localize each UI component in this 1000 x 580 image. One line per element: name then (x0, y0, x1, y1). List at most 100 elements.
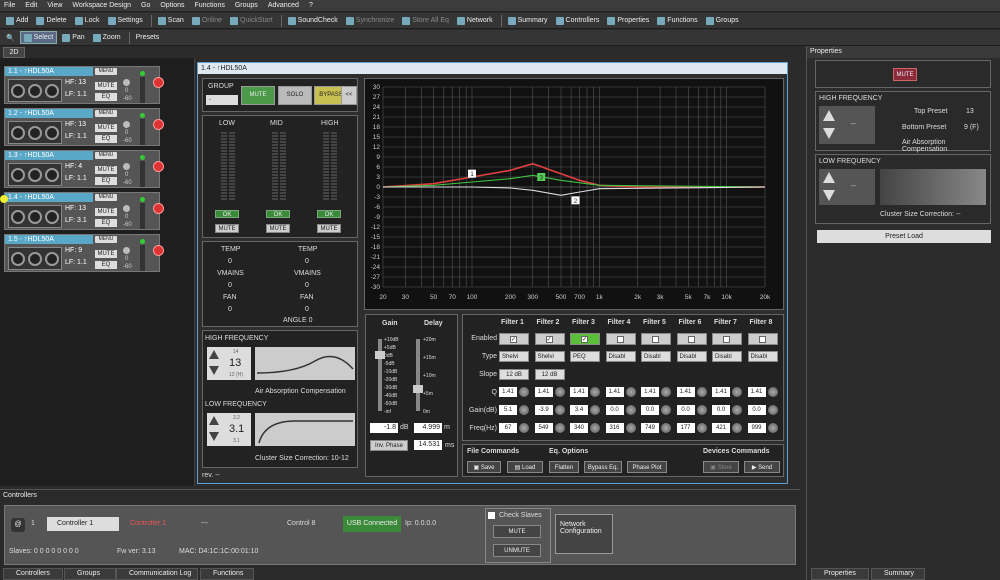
down-arrow-icon[interactable] (209, 366, 219, 375)
menu-go-4[interactable]: Go (141, 2, 150, 9)
tab-properties[interactable]: Properties (811, 568, 869, 580)
menu-options-5[interactable]: Options (160, 2, 184, 9)
bottom-tab-communicationlog[interactable]: Communication Log (116, 568, 198, 580)
rotary-knob-icon[interactable] (554, 423, 565, 433)
toolbar-quickstart-button[interactable]: QuickStart (227, 14, 276, 27)
eq-graph[interactable]: 30 27 24 21 18 15 12 9 6 3 0 -3 -6 -9 -12 -15 -18 -21 -24-… (364, 78, 784, 310)
device-card[interactable]: 1.3 - ↑HDL50A MENU HF: 4 LF: 1.1 MUTE EQ 0 -60 (4, 150, 164, 188)
device-card[interactable]: 1.1 - ↑HDL50A MENU HF: 13 LF: 1.1 MUTE EQ 0 -60 (4, 66, 164, 104)
toolbar-online-button[interactable]: Online (189, 14, 225, 27)
gain-slider-track[interactable] (378, 339, 382, 411)
filter-enable-toggle[interactable] (676, 333, 707, 345)
inv-phase-button[interactable]: Inv. Phase (370, 440, 408, 451)
network-configuration-button[interactable]: Network Configuration (555, 514, 613, 554)
filter-q-input[interactable]: 1.41 (605, 387, 624, 397)
toolbar-synchronize-button[interactable]: Synchronize (343, 14, 398, 27)
filter-slope-select[interactable]: 12 dB (534, 369, 565, 380)
up-arrow-icon[interactable] (209, 350, 219, 359)
filter-enable-toggle[interactable]: ✓ (499, 333, 529, 345)
rotary-knob-icon[interactable] (519, 423, 529, 433)
band-mute-button[interactable]: MUTE (215, 224, 239, 233)
band-mute-button[interactable]: MUTE (317, 224, 341, 233)
toolbar-network-button[interactable]: Network (454, 14, 496, 27)
save-button[interactable]: ▣ Save (467, 461, 501, 473)
filter-q-input[interactable]: 1.41 (570, 387, 588, 397)
device-eq-button[interactable]: EQ (95, 177, 117, 185)
menu-file-0[interactable]: File (4, 2, 15, 9)
delay-input[interactable]: 4.999 (414, 423, 442, 433)
phase-plot-button[interactable]: Phase Plot (627, 461, 667, 473)
filter-slope-select[interactable]: 12 dB (499, 369, 529, 380)
rotary-knob-icon[interactable] (554, 405, 565, 415)
rotary-knob-icon[interactable] (661, 387, 671, 397)
toolbar-storealleq-button[interactable]: Store All Eq (399, 14, 452, 27)
toolbar-add-button[interactable]: Add (3, 14, 31, 27)
down-arrow-icon[interactable] (823, 128, 835, 139)
device-menu-button[interactable]: MENU (95, 236, 117, 243)
toolbar-properties-button[interactable]: Properties (604, 14, 652, 27)
device-mute-button[interactable]: MUTE (95, 208, 117, 216)
toolbar-scan-button[interactable]: Scan (155, 14, 187, 27)
remove-device-icon[interactable] (153, 161, 164, 172)
rotary-knob-icon[interactable] (696, 423, 707, 433)
filter-q-input[interactable]: 1.41 (499, 387, 517, 397)
filter-type-select[interactable]: Disabl (676, 351, 707, 362)
select-tool[interactable]: Select (19, 31, 58, 44)
zoom-tool[interactable]: Zoom (90, 31, 124, 44)
filter-type-select[interactable]: PEQ (570, 351, 600, 362)
rotary-knob-icon[interactable] (696, 405, 707, 415)
bottom-tab-controllers[interactable]: Controllers (3, 568, 63, 580)
rotary-knob-icon[interactable] (590, 405, 600, 415)
filter-enable-toggle[interactable] (605, 333, 636, 345)
down-arrow-icon[interactable] (823, 190, 835, 201)
filter-gain-input[interactable]: 0.0 (605, 405, 624, 415)
filter-gain-input[interactable]: 0.0 (747, 405, 766, 415)
toolbar-lock-button[interactable]: Lock (72, 14, 103, 27)
load-button[interactable]: ▤ Load (507, 461, 543, 473)
rotary-knob-icon[interactable] (661, 405, 671, 415)
up-arrow-icon[interactable] (823, 110, 835, 121)
device-menu-button[interactable]: MENU (95, 68, 117, 75)
toolbar-settings-button[interactable]: Settings (105, 14, 146, 27)
level-knob-icon[interactable] (123, 205, 130, 212)
tab-summary[interactable]: Summary (871, 568, 925, 580)
collapse-button[interactable]: << (341, 86, 357, 105)
rotary-knob-icon[interactable] (590, 387, 600, 397)
store-button[interactable]: ▣ Store (703, 461, 739, 473)
rotary-knob-icon[interactable] (696, 387, 707, 397)
device-card[interactable]: 1.2 - ↑HDL50A MENU HF: 13 LF: 1.1 MUTE EQ 0 -60 (4, 108, 164, 146)
rotary-knob-icon[interactable] (625, 423, 636, 433)
bottom-tab-functions[interactable]: Functions (200, 568, 254, 580)
rotary-knob-icon[interactable] (554, 387, 565, 397)
up-arrow-icon[interactable] (823, 172, 835, 183)
toolbar-delete-button[interactable]: Delete (33, 14, 69, 27)
menu-groups-7[interactable]: Groups (235, 2, 258, 9)
rotary-knob-icon[interactable] (732, 405, 742, 415)
filter-freq-input[interactable]: 549 (534, 423, 553, 433)
filter-freq-input[interactable]: 67 (499, 423, 517, 433)
solo-button[interactable]: SOLO (278, 86, 312, 105)
menu-functions-6[interactable]: Functions (194, 2, 224, 9)
filter-type-select[interactable]: Shelvi (534, 351, 565, 362)
device-menu-button[interactable]: MENU (95, 110, 117, 117)
controller-select[interactable]: Controller 1 (47, 517, 119, 531)
filter-gain-input[interactable]: 3.4 (570, 405, 588, 415)
filter-enable-toggle[interactable] (641, 333, 671, 345)
tab-2d[interactable]: 2D (3, 47, 25, 58)
filter-freq-input[interactable]: 749 (641, 423, 659, 433)
rotary-knob-icon[interactable] (519, 405, 529, 415)
rotary-knob-icon[interactable] (732, 387, 742, 397)
filter-gain-input[interactable]: 5.1 (499, 405, 517, 415)
filter-type-select[interactable]: Disabl (641, 351, 671, 362)
props-lf-stepper[interactable]: -- (819, 169, 875, 205)
rotary-knob-icon[interactable] (732, 423, 742, 433)
filter-enable-toggle[interactable] (712, 333, 742, 345)
toolbar-functions-button[interactable]: Functions (654, 14, 700, 27)
hf-stepper[interactable]: 14 13 12 (H) (207, 347, 251, 380)
remove-device-icon[interactable] (153, 119, 164, 130)
menu-advanced-8[interactable]: Advanced (268, 2, 299, 9)
filter-type-select[interactable]: Shelvi (499, 351, 529, 362)
filter-enable-toggle[interactable]: ✓ (534, 333, 565, 345)
delay-slider-handle[interactable] (413, 385, 423, 393)
rotary-knob-icon[interactable] (767, 423, 778, 433)
